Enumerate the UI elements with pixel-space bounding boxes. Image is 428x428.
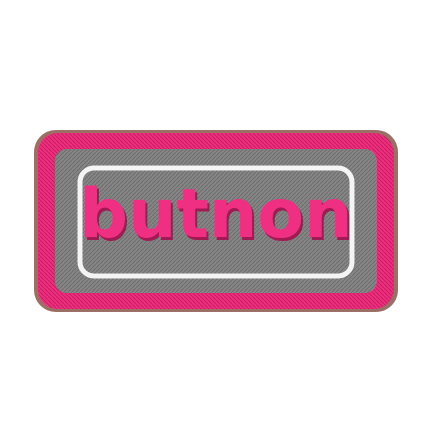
embroidered-patch-scene: butnon butnon	[0, 0, 428, 428]
patch-text: butnon	[79, 175, 352, 254]
embroidered-patch: butnon butnon	[34, 130, 398, 312]
